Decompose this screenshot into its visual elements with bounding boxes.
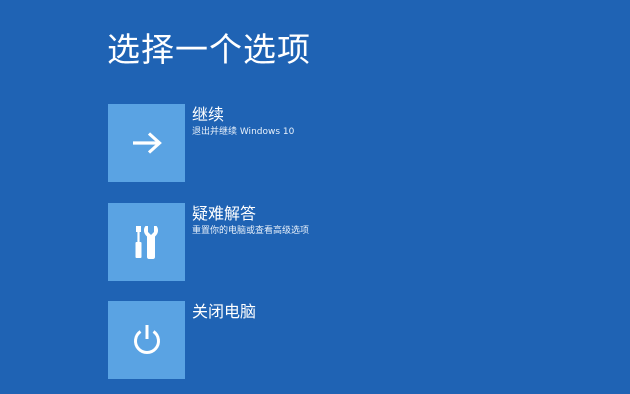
option-shutdown-text: 关闭电脑 bbox=[192, 301, 428, 323]
option-continue-title: 继续 bbox=[192, 105, 225, 124]
option-continue-text: 继续 退出并继续 Windows 10 bbox=[192, 104, 428, 138]
option-troubleshoot-text: 疑难解答 重置你的电脑或查看高级选项 bbox=[192, 203, 428, 237]
arrow-right-icon bbox=[130, 131, 164, 155]
option-shutdown-tile[interactable] bbox=[108, 301, 185, 379]
option-shutdown[interactable]: 关闭电脑 bbox=[108, 301, 428, 379]
option-shutdown-title: 关闭电脑 bbox=[192, 302, 257, 321]
power-icon bbox=[130, 322, 164, 358]
option-continue-description: 退出并继续 Windows 10 bbox=[192, 127, 295, 137]
option-troubleshoot[interactable]: 疑难解答 重置你的电脑或查看高级选项 bbox=[108, 203, 428, 281]
page-title: 选择一个选项 bbox=[107, 30, 311, 69]
option-continue-tile[interactable] bbox=[108, 104, 185, 182]
option-troubleshoot-tile[interactable] bbox=[108, 203, 185, 281]
option-continue[interactable]: 继续 退出并继续 Windows 10 bbox=[108, 104, 428, 182]
option-troubleshoot-title: 疑难解答 bbox=[192, 204, 257, 223]
tools-icon bbox=[130, 223, 164, 261]
option-troubleshoot-description: 重置你的电脑或查看高级选项 bbox=[192, 226, 310, 236]
recovery-screen: 选择一个选项 继续 退出并继续 Windows 10 疑难解答 重置你的电脑或查… bbox=[0, 0, 630, 394]
